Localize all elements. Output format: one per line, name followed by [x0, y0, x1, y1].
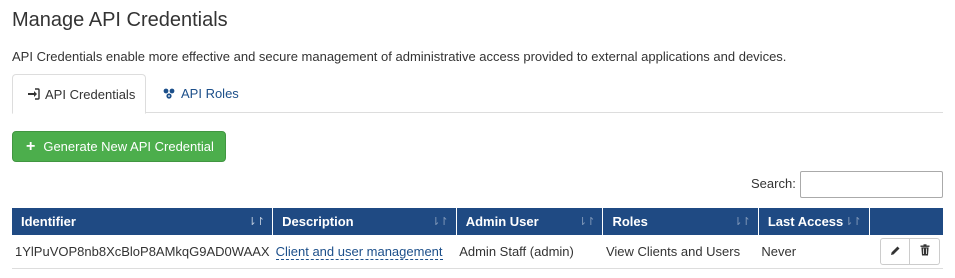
table-header-row: Identifier ⇂↾ Description ⇂↾ Admin User …: [12, 208, 943, 235]
tab-label: API Credentials: [45, 86, 136, 102]
tab-api-roles[interactable]: API Roles: [160, 74, 239, 113]
sort-asc-icon: ⇂↾: [247, 216, 265, 228]
sort-icon: ⇂↾: [578, 216, 595, 228]
edit-button[interactable]: [880, 237, 910, 265]
users-cog-icon: [162, 88, 176, 100]
sort-icon: ⇂↾: [431, 216, 448, 228]
generate-credential-button[interactable]: + Generate New API Credential: [12, 131, 226, 162]
search-label: Search:: [751, 176, 796, 191]
cell-actions: [869, 235, 943, 269]
cell-last-access: Never: [758, 235, 870, 269]
tab-bar: API Credentials API Roles: [12, 74, 943, 114]
column-header-actions: [869, 208, 943, 235]
trash-icon: [920, 244, 930, 259]
cell-identifier: 1YlPuVOP8nb8XcBloP8AMkqG9AD0WAAX: [12, 235, 273, 269]
table-row: 1YlPuVOP8nb8XcBloP8AMkqG9AD0WAAX Client …: [12, 235, 943, 269]
column-header-last-access[interactable]: Last Access ⇂↾: [758, 208, 870, 235]
page-intro: API Credentials enable more effective an…: [12, 49, 787, 64]
description-edit-link[interactable]: Client and user management: [275, 243, 443, 260]
sort-icon: ⇂↾: [844, 216, 861, 228]
sign-in-icon: [27, 88, 40, 100]
credentials-table: Identifier ⇂↾ Description ⇂↾ Admin User …: [12, 208, 943, 269]
column-header-roles[interactable]: Roles ⇂↾: [602, 208, 759, 235]
tab-api-credentials[interactable]: API Credentials: [12, 74, 146, 114]
sort-icon: ⇂↾: [733, 216, 750, 228]
delete-button[interactable]: [910, 237, 940, 265]
tab-label: API Roles: [181, 86, 239, 101]
pencil-icon: [890, 244, 901, 259]
generate-button-label: Generate New API Credential: [43, 139, 214, 154]
column-header-description[interactable]: Description ⇂↾: [272, 208, 457, 235]
column-header-admin-user[interactable]: Admin User ⇂↾: [456, 208, 604, 235]
cell-roles: View Clients and Users: [602, 235, 759, 269]
search-input[interactable]: [800, 171, 943, 198]
cell-description: Client and user management: [272, 235, 457, 269]
column-header-identifier[interactable]: Identifier ⇂↾: [12, 208, 274, 235]
plus-icon: +: [26, 137, 36, 155]
page-title: Manage API Credentials: [12, 9, 228, 31]
cell-admin-user: Admin Staff (admin): [456, 235, 603, 269]
